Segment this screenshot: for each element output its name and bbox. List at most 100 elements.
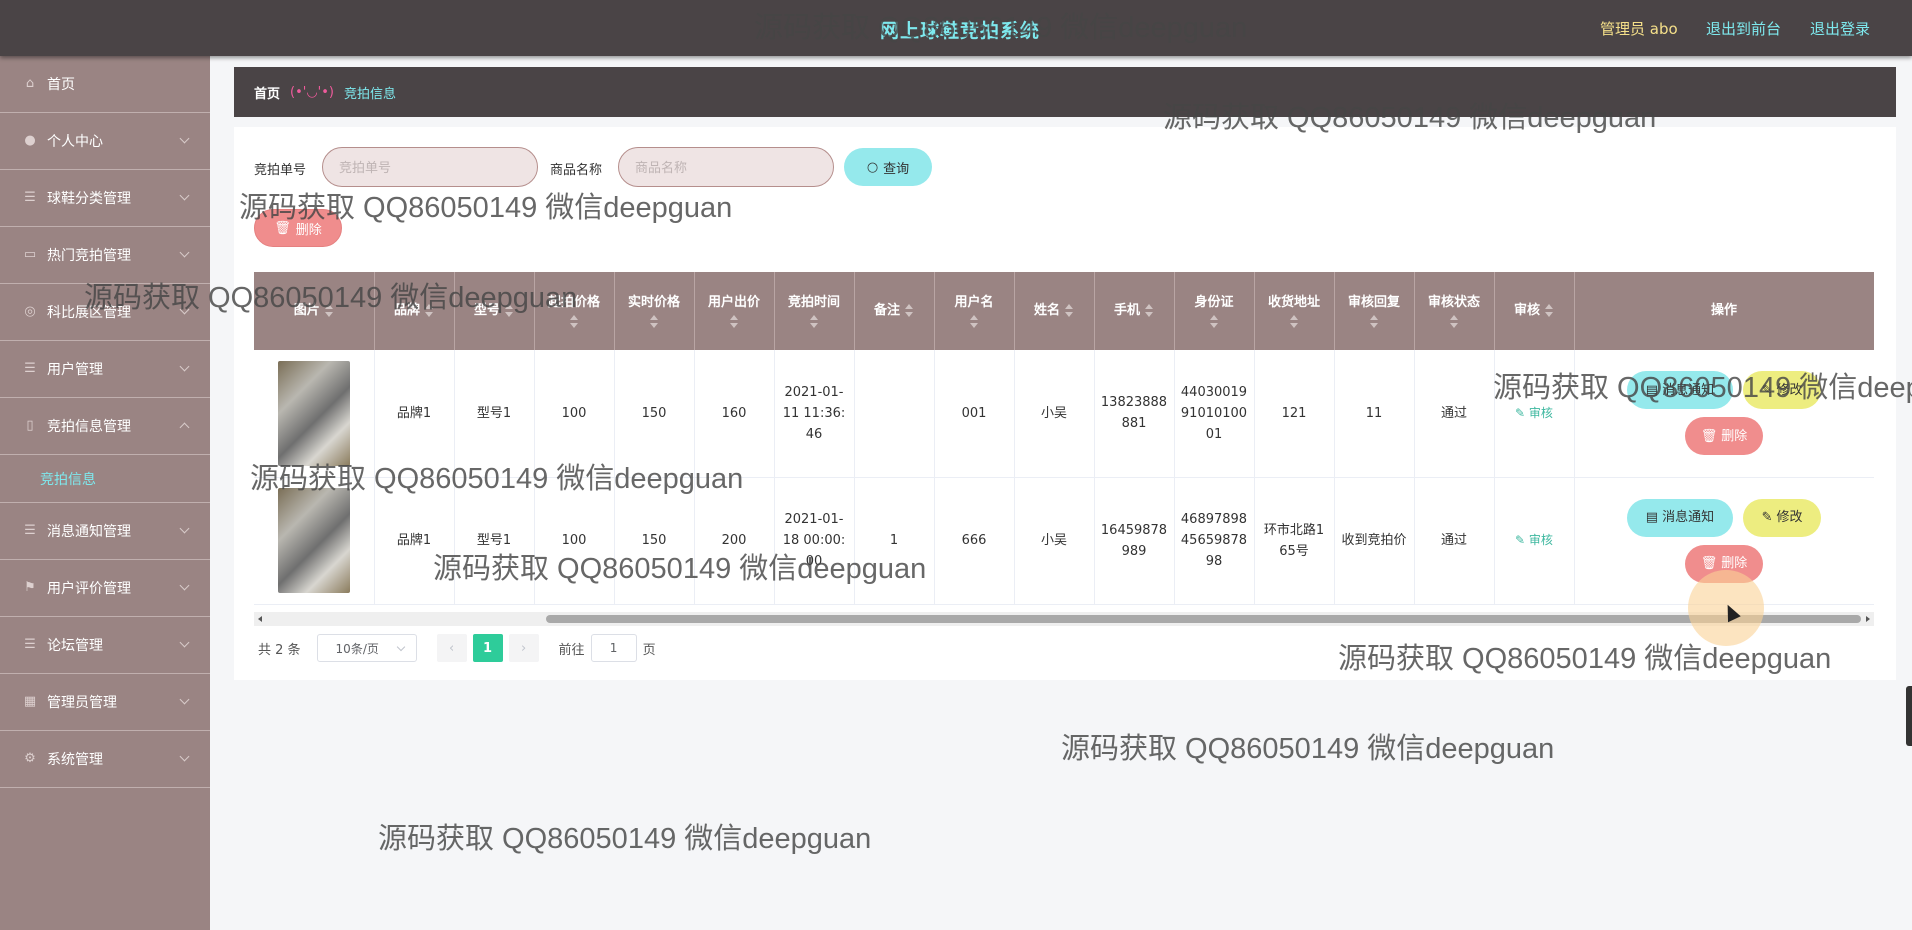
menu-icon: ☰ [24,523,36,538]
scroll-right-arrow-icon[interactable] [1866,616,1870,622]
column-header[interactable]: 用户名 [934,272,1015,350]
goto-page-input[interactable]: 1 [590,634,637,662]
address-cell: 121 [1254,350,1335,478]
scroll-left-arrow-icon[interactable] [258,616,262,622]
product-name-input[interactable] [618,147,834,187]
sort-icon[interactable] [969,314,979,329]
sort-icon[interactable] [729,314,739,329]
trash-icon: 🗑 [1700,428,1718,444]
column-header[interactable]: 用户出价 [694,272,775,350]
batch-delete-button[interactable]: 🗑 删除 [254,209,342,247]
goto-suffix: 页 [642,642,656,658]
exit-to-front-link[interactable]: 退出到前台 [1706,18,1781,39]
sidebar-item-category[interactable]: ☰ 球鞋分类管理 [0,170,210,227]
edit-button[interactable]: ✎ 修改 [1743,498,1822,537]
sidebar-item-hot-auction[interactable]: ▭ 热门竞拍管理 [0,227,210,284]
name-cell: 小吴 [1014,350,1095,478]
sidebar-item-review[interactable]: ⚑ 用户评价管理 [0,560,210,617]
column-header[interactable]: 审核状态 [1414,272,1495,350]
document-icon: ▤ [1645,382,1659,398]
sidebar-item-label: 论坛管理 [47,638,103,654]
sort-icon[interactable] [1289,314,1299,329]
username-cell: 001 [934,350,1015,478]
edit-icon: ✎ [1515,405,1529,420]
id-card-cell: 468978984565987898 [1174,477,1255,605]
column-header[interactable]: 实时价格 [614,272,695,350]
notify-button[interactable]: ▤ 消息通知 [1626,498,1733,537]
column-header[interactable]: 收货地址 [1254,272,1335,350]
sort-icon[interactable] [1544,303,1554,318]
sort-icon[interactable] [1064,303,1074,318]
sidebar-item-home[interactable]: ⌂ 首页 [0,56,210,113]
sort-icon[interactable] [1144,303,1154,318]
prev-page-button[interactable]: ‹ [436,634,467,662]
reply-cell: 11 [1334,350,1415,478]
admin-label: 管理员 abo [1600,20,1678,38]
chevron-down-icon [179,247,190,258]
sidebar-item-system[interactable]: ⚙ 系统管理 [0,731,210,788]
status-cell: 通过 [1414,477,1495,605]
sort-icon[interactable] [324,303,334,318]
column-header[interactable]: 品牌 [374,272,455,350]
sort-icon[interactable] [569,314,579,329]
sidebar-subitem-auction-info[interactable]: 竞拍信息 [0,455,210,503]
audit-link[interactable]: ✎ 审核 [1515,406,1553,420]
sort-icon[interactable] [1209,314,1219,329]
actions-cell: ▤ 消息通知 ✎ 修改 🗑 删除 [1574,350,1874,478]
sidebar-item-forum[interactable]: ☰ 论坛管理 [0,617,210,674]
table-header-row: 图片 品牌 型号 起拍价格 实时价格 用户出价 竞拍时间 备注 用户名 姓名 手… [254,272,1874,350]
sidebar-item-label: 消息通知管理 [47,524,131,540]
sort-icon[interactable] [424,303,434,318]
time-cell: 2021-01-11 11:36:46 [774,350,855,478]
query-button[interactable]: ○ 查询 [844,148,932,186]
notify-button[interactable]: ▤ 消息通知 [1626,371,1733,410]
phone-cell: 16459878989 [1094,477,1175,605]
sort-icon[interactable] [504,303,514,318]
page-size-select[interactable]: 10条/页 [316,634,417,662]
sidebar-item-users[interactable]: ☰ 用户管理 [0,341,210,398]
remark-cell [854,350,935,478]
column-header[interactable]: 审核回复 [1334,272,1415,350]
column-header[interactable]: 备注 [854,272,935,350]
sort-icon[interactable] [904,303,914,318]
page-number-button[interactable]: 1 [472,634,503,662]
delete-button[interactable]: 🗑 删除 [1685,417,1763,456]
sort-icon[interactable] [1449,314,1459,329]
table-row: 品牌1 型号1 100 150 160 2021-01-11 11:36:46 … [254,350,1874,478]
shoe-image [277,488,350,593]
column-header[interactable]: 手机 [1094,272,1175,350]
sort-icon[interactable] [809,314,819,329]
column-header[interactable]: 竞拍时间 [774,272,855,350]
sidebar-item-auction-info[interactable]: ▯ 竞拍信息管理 [0,398,210,455]
audit-link[interactable]: ✎ 审核 [1515,533,1553,547]
model-cell: 型号1 [454,477,535,605]
horizontal-scrollbar[interactable] [254,612,1874,626]
column-header[interactable]: 身份证 [1174,272,1255,350]
sidebar-item-kobe[interactable]: ◎ 科比展区管理 [0,284,210,341]
order-number-input[interactable] [322,147,538,187]
edit-button[interactable]: ✎ 修改 [1743,371,1822,410]
column-header[interactable]: 审核 [1494,272,1575,350]
chevron-down-icon [179,133,190,144]
next-page-button[interactable]: › [508,634,539,662]
sort-icon[interactable] [649,314,659,329]
scrollbar-thumb[interactable] [546,615,1861,623]
sidebar-item-label: 热门竞拍管理 [47,248,131,264]
column-header[interactable]: 姓名 [1014,272,1095,350]
product-name-label: 商品名称 [550,163,603,178]
side-scroll-handle[interactable] [1906,686,1912,746]
sidebar-item-notice[interactable]: ☰ 消息通知管理 [0,503,210,560]
brand-cell: 品牌1 [374,350,455,478]
column-header[interactable]: 型号 [454,272,535,350]
sidebar-item-personal[interactable]: ● 个人中心 [0,113,210,170]
breadcrumb-home[interactable]: 首页 [254,83,280,102]
logout-link[interactable]: 退出登录 [1810,18,1870,39]
shoe-image-cell [254,350,375,478]
start-price-cell: 100 [534,477,615,605]
sidebar-item-admin[interactable]: ▦ 管理员管理 [0,674,210,731]
column-header[interactable]: 起拍价格 [534,272,615,350]
sort-icon[interactable] [1369,314,1379,329]
column-header[interactable]: 图片 [254,272,375,350]
remark-cell: 1 [854,477,935,605]
top-bar: 网上球鞋竞拍系统 管理员 abo 退出到前台 退出登录 [0,0,1912,56]
